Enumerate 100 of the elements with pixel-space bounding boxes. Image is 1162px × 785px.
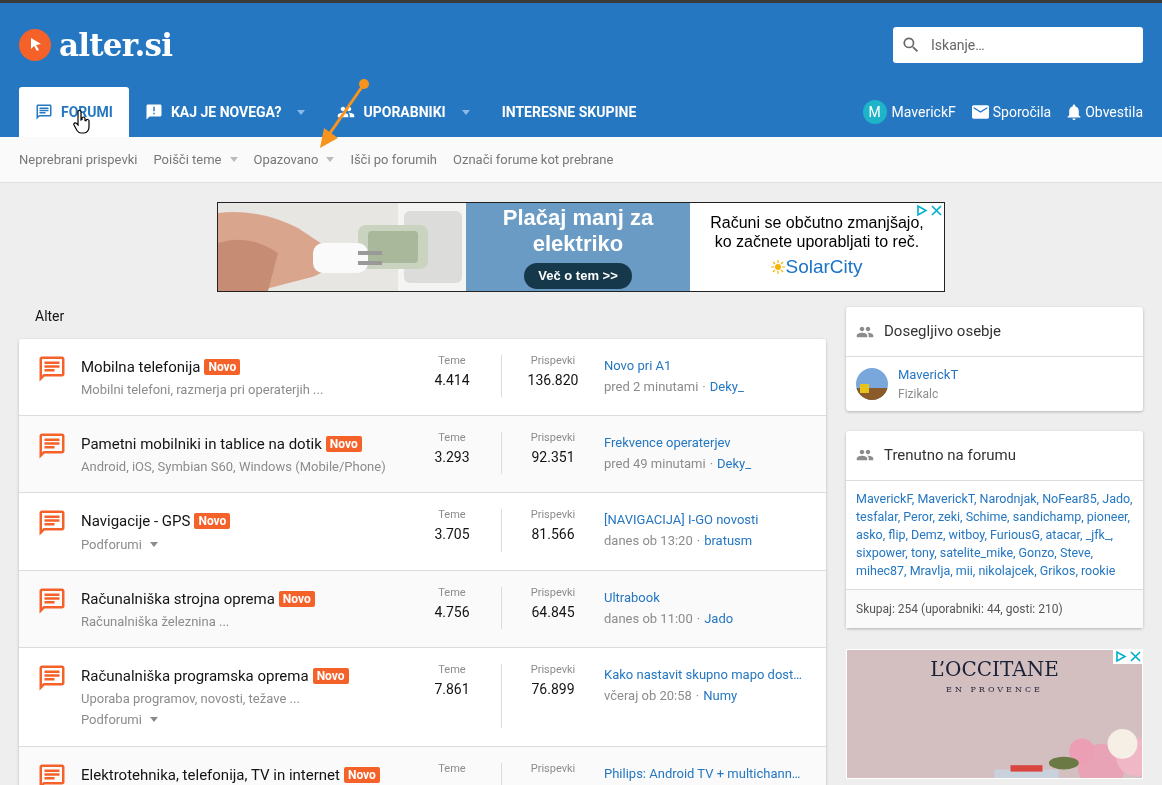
forum-description: Mobilni telefoni, razmerja pri operaterjih ...: [81, 380, 325, 399]
user-link[interactable]: Mravlja,: [909, 562, 953, 578]
separator: ·: [702, 378, 706, 394]
user-link[interactable]: pioneer,: [1086, 508, 1131, 524]
forum-title[interactable]: Računalniška strojna oprema: [81, 588, 275, 611]
last-post-user[interactable]: bratusm: [704, 532, 753, 548]
ad-choices-icon[interactable]: [1113, 648, 1128, 664]
forum-title[interactable]: Elektrotehnika, telefonija, TV in internet: [81, 763, 340, 785]
new-badge: Novo: [204, 359, 241, 376]
user-avatar[interactable]: [856, 367, 888, 400]
forum-title[interactable]: Mobilna telefonija: [81, 356, 201, 379]
user-link[interactable]: tony,: [910, 544, 937, 560]
stat-label: Prispevki: [529, 353, 577, 369]
stat-label: Prispevki: [529, 662, 577, 678]
user-link[interactable]: Grikos,: [1039, 562, 1078, 578]
ad-text: Računi se občutno zmanjšajo, ko začnete uporabljati to reč.: [709, 212, 925, 251]
separator: ·: [696, 532, 701, 548]
user-link[interactable]: MaverickT,: [917, 490, 977, 506]
user-link[interactable]: witboy,: [948, 526, 987, 542]
user-link[interactable]: NoFear85,: [1042, 490, 1100, 506]
ad-button[interactable]: Več o tem >>: [524, 263, 632, 289]
search-field[interactable]: Iskanje…: [893, 27, 1143, 63]
user-link[interactable]: atacar,: [1045, 526, 1083, 542]
last-post-link[interactable]: Ultrabook: [604, 588, 808, 608]
stat-label: Prispevki: [529, 507, 577, 523]
user-link[interactable]: mihec87,: [856, 562, 907, 578]
ad-brand: SolarCity: [785, 254, 863, 279]
messages-link[interactable]: Sporočila: [992, 101, 1052, 123]
last-post-user[interactable]: Deky_: [709, 378, 744, 394]
last-post-user[interactable]: Jado: [704, 610, 734, 626]
stat-value: 136.820: [526, 370, 580, 390]
user-link[interactable]: Gonzo,: [1018, 544, 1057, 560]
nav-tab[interactable]: KAJ JE NOVEGA?: [128, 87, 322, 137]
search-icon: [901, 35, 921, 55]
forum-title[interactable]: Računalniška programska oprema: [81, 665, 309, 688]
subnav-link[interactable]: Poišči teme: [153, 149, 238, 170]
user-link[interactable]: Peror,: [903, 508, 935, 524]
stat-label: Prispevki: [529, 585, 577, 601]
user-link[interactable]: tesfalar,: [856, 508, 901, 524]
user-link[interactable]: Jado,: [1102, 490, 1133, 506]
chat-icon: [37, 354, 67, 384]
stat-label: Teme: [437, 507, 467, 523]
alerts-link[interactable]: Obvestila: [1085, 101, 1143, 123]
user-link[interactable]: asko,: [856, 526, 886, 542]
ad-choices-icon[interactable]: [914, 203, 929, 218]
user-link[interactable]: FuriousG,: [990, 526, 1043, 542]
new-badge: Novo: [194, 513, 231, 530]
nav-tab[interactable]: FORUMI: [19, 87, 129, 137]
forum-title[interactable]: Navigacije - GPS: [81, 510, 191, 533]
nav-tab[interactable]: INTERESNE SKUPINE: [485, 87, 653, 137]
ad-brand: L’OCCITANE: [930, 655, 1059, 683]
user-link[interactable]: Narodnjak,: [979, 490, 1039, 506]
user-link[interactable]: MaverickF,: [856, 490, 915, 506]
subforums-toggle[interactable]: Podforumi: [81, 710, 158, 730]
subforums-toggle[interactable]: Podforumi: [81, 534, 158, 554]
search-input[interactable]: Iskanje…: [931, 34, 1135, 56]
chat-icon: [37, 663, 67, 693]
stat-value: 4.414: [433, 370, 471, 390]
forum-description: Uporaba programov, novosti, težave ...: [81, 689, 301, 708]
last-post-link[interactable]: Kako nastavit skupno mapo dost…: [604, 665, 808, 685]
user-avatar[interactable]: M: [862, 100, 887, 124]
user-link[interactable]: Schime,: [965, 508, 1010, 524]
stat-value: 81.566: [530, 524, 576, 544]
separator: ·: [709, 455, 714, 471]
forum-title[interactable]: Pametni mobilniki in tablice na dotik: [81, 433, 322, 456]
subnav-link[interactable]: Išči po forumih: [350, 149, 437, 170]
envelope-icon: [971, 105, 989, 119]
subnav-link[interactable]: Opazovano: [253, 149, 335, 170]
user-link[interactable]: zeki,: [937, 508, 963, 524]
user-link[interactable]: rookie: [1081, 562, 1116, 578]
username-link[interactable]: MaverickF: [891, 101, 956, 123]
user-link[interactable]: mii,: [955, 562, 976, 578]
member-name[interactable]: MaverickT: [898, 365, 959, 385]
forum-description: Android, iOS, Symbian S60, Windows (Mobile/Phone): [81, 457, 387, 476]
user-link[interactable]: sandichamp,: [1012, 508, 1084, 524]
subnav-link[interactable]: Neprebrani prispevki: [19, 149, 138, 170]
last-post-link[interactable]: Philips: Android TV + multichann…: [604, 763, 808, 783]
user-link[interactable]: flip,: [888, 526, 908, 542]
close-icon[interactable]: [929, 203, 944, 218]
user-link[interactable]: _jfk_,: [1085, 526, 1114, 542]
user-link[interactable]: Demz,: [911, 526, 946, 542]
separator: ·: [696, 610, 701, 626]
subnav-link[interactable]: Označi forume kot prebrane: [453, 149, 614, 170]
last-post-link[interactable]: [NAVIGACIJA] I-GO novosti: [604, 510, 808, 530]
side-ad[interactable]: L’OCCITANE EN PROVENCE: [846, 648, 1143, 779]
banner-ad[interactable]: Plačaj manj za elektriko Več o tem >> Računi se občutno zmanjšajo, ko začnete uporabljati to reč. SolarCity: [217, 202, 945, 292]
stat-value: 7.861: [433, 679, 471, 699]
close-icon[interactable]: [1128, 648, 1143, 664]
user-link[interactable]: nikolajcek,: [978, 562, 1037, 578]
last-post-user[interactable]: Numy: [703, 687, 738, 703]
forum-description: Računalniška železnina ...: [81, 612, 231, 631]
last-post-link[interactable]: Frekvence operaterjev: [604, 433, 808, 453]
user-link[interactable]: satelite_mike,: [939, 544, 1016, 560]
last-post-link[interactable]: Novo pri A1: [604, 356, 808, 376]
user-link[interactable]: Steve,: [1059, 544, 1094, 560]
caret-icon: [149, 717, 158, 723]
last-post-time: pred 2 minutami: [604, 378, 699, 394]
user-link[interactable]: sixpower,: [856, 544, 908, 560]
site-logo[interactable]: alter.si: [59, 21, 173, 69]
last-post-user[interactable]: Deky_: [717, 455, 752, 471]
